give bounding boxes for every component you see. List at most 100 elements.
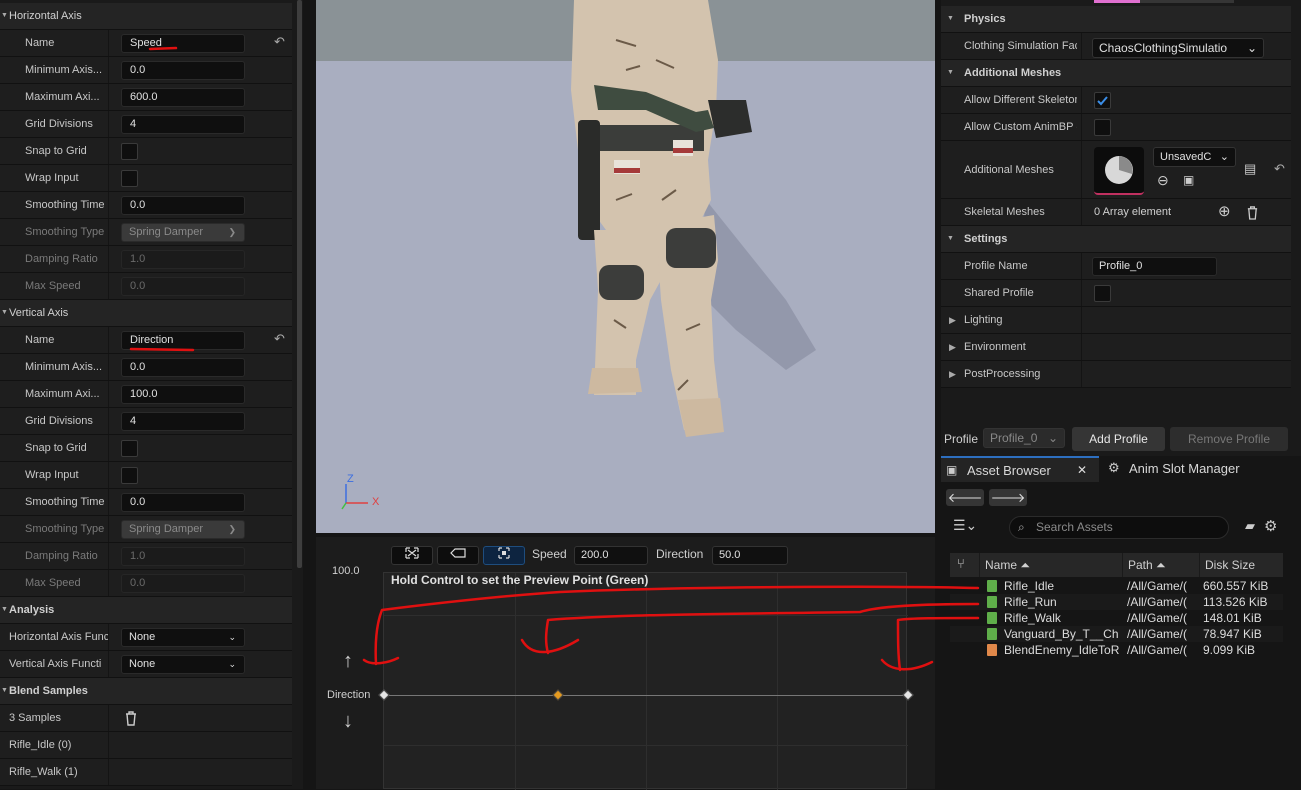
allow-custom-row: Allow Custom AnimBP (: [941, 114, 1291, 141]
v-max-speed-input: 0.0: [121, 574, 245, 593]
chevron-down-icon: ❯: [228, 524, 236, 534]
trash-icon[interactable]: [124, 710, 138, 726]
v-smoothing-type-dropdown: Spring Damper ❯: [121, 520, 245, 539]
chevron-down-icon: ⌄: [1246, 41, 1257, 55]
asset-path: /All/Game/(: [1127, 579, 1188, 593]
column-name[interactable]: Name ⏶: [979, 553, 1122, 577]
v-func-dropdown[interactable]: None ⌄: [121, 655, 245, 674]
expand-arrow-icon: ▶: [949, 342, 956, 352]
mesh-dropdown[interactable]: UnsavedC ⌄: [1153, 147, 1236, 167]
skeletal-meshes-row: Skeletal Meshes 0 Array element ⊕: [941, 199, 1291, 226]
lighting-row[interactable]: ▶ Lighting: [941, 307, 1291, 334]
section-blend-samples[interactable]: ▼ Blend Samples: [0, 678, 292, 705]
snap-points-button[interactable]: [483, 546, 525, 565]
y-axis-label: Direction: [327, 689, 371, 701]
hint-text: Hold Control to set the Preview Point (G…: [391, 573, 649, 587]
blendspace-editor: Speed 200.0 Direction 50.0 100.0 Directi…: [316, 537, 935, 790]
sample-item[interactable]: Rifle_Walk (1): [0, 759, 292, 786]
asset-row[interactable]: Rifle_Run/All/Game/(113.526 KiB: [950, 594, 1283, 610]
v-wrap-checkbox[interactable]: [121, 467, 138, 484]
section-settings[interactable]: ▼ Settings: [941, 226, 1291, 253]
asset-name: BlendEnemy_IdleToR: [1004, 643, 1120, 657]
asset-size: 9.099 KiB: [1203, 643, 1256, 657]
direction-label: Direction: [656, 547, 704, 561]
mesh-thumbnail[interactable]: [1094, 147, 1144, 195]
asset-row[interactable]: Rifle_Idle/All/Game/(660.557 KiB: [950, 578, 1283, 594]
branch-icon[interactable]: ⑂: [957, 556, 965, 571]
profile-name-input[interactable]: Profile_0: [1092, 257, 1217, 276]
asset-row[interactable]: BlendEnemy_IdleToR/All/Game/(9.099 KiB: [950, 642, 1283, 658]
allow-diff-checkbox[interactable]: [1094, 92, 1111, 109]
sort-arrow-icon: ⏶: [1020, 558, 1030, 572]
close-icon[interactable]: ✕: [1077, 463, 1087, 477]
section-physics[interactable]: ▼ Physics: [941, 6, 1291, 33]
remove-profile-button[interactable]: Remove Profile: [1170, 427, 1288, 451]
asset-size: 113.526 KiB: [1203, 595, 1268, 609]
v-wrap-row: Wrap Input: [0, 462, 292, 489]
clothing-dropdown[interactable]: ChaosClothingSimulatio ⌄: [1092, 38, 1264, 58]
use-selected-icon[interactable]: ⊖: [1157, 172, 1169, 189]
speed-input[interactable]: 200.0: [574, 546, 648, 565]
reset-arrow-icon[interactable]: ↶: [1274, 161, 1285, 177]
anim-asset-icon: [987, 596, 997, 608]
anim-asset-icon: [987, 628, 997, 640]
tab-asset-browser[interactable]: ▣ Asset Browser ✕: [941, 456, 1099, 482]
trash-icon[interactable]: [1246, 205, 1259, 220]
blendspace-grid[interactable]: Hold Control to set the Preview Point (G…: [378, 572, 914, 790]
fit-icon: [405, 547, 419, 559]
asset-table-header: ⑂ Name ⏶ Path ⏶ Disk Size: [950, 553, 1283, 577]
tab-anim-slot-manager[interactable]: ⚙ Anim Slot Manager: [1104, 456, 1254, 482]
filter-icon[interactable]: ☰⌄: [953, 517, 977, 534]
sort-arrow-icon: ⏶: [1156, 558, 1166, 572]
samples-count-row: 3 Samples: [0, 705, 292, 732]
allow-custom-checkbox[interactable]: [1094, 119, 1111, 136]
character-mesh: [571, 0, 816, 437]
blend-sample-point[interactable]: [378, 689, 390, 701]
preview-viewport[interactable]: Z X: [316, 0, 935, 533]
asset-row[interactable]: Vanguard_By_T__Ch/All/Game/(78.947 KiB: [950, 626, 1283, 642]
add-profile-button[interactable]: Add Profile: [1072, 427, 1165, 451]
v-min-input[interactable]: 0.0: [121, 358, 245, 377]
details-panel-right: ▼ Physics Clothing Simulation Fac ChaosC…: [941, 0, 1301, 456]
blend-sample-point[interactable]: [902, 689, 914, 701]
column-path[interactable]: Path ⏶: [1122, 553, 1199, 577]
asset-size: 660.557 KiB: [1203, 579, 1269, 593]
save-icon[interactable]: ▤: [1244, 161, 1256, 177]
anim-asset-icon: [987, 580, 997, 592]
annotation-underlines: [129, 46, 195, 352]
profile-dropdown[interactable]: Profile_0 ⌄: [983, 428, 1065, 448]
v-grid-input[interactable]: 4: [121, 412, 245, 431]
section-analysis[interactable]: ▼ Analysis: [0, 597, 292, 624]
show-labels-button[interactable]: [437, 546, 479, 565]
blend-sample-point[interactable]: [552, 689, 565, 701]
shared-profile-checkbox[interactable]: [1094, 285, 1111, 302]
fit-view-button[interactable]: [391, 546, 433, 565]
gear-icon[interactable]: ⚙: [1264, 517, 1277, 535]
asset-row[interactable]: Rifle_Walk/All/Game/(148.01 KiB: [950, 610, 1283, 626]
blend-axis-line: [384, 695, 908, 696]
postprocessing-row[interactable]: ▶ PostProcessing: [941, 361, 1291, 388]
h-func-dropdown[interactable]: None ⌄: [121, 628, 245, 647]
arrow-down-icon: ↓: [343, 710, 353, 732]
column-size[interactable]: Disk Size: [1199, 553, 1283, 577]
anim-asset-icon: [987, 612, 997, 624]
v-smoothing-time-input[interactable]: 0.0: [121, 493, 245, 512]
folder-icon[interactable]: ▰: [1245, 518, 1255, 534]
environment-row[interactable]: ▶ Environment: [941, 334, 1291, 361]
details-panel-left: ▼ Horizontal Axis Name Speed ↶ Minimum A…: [0, 0, 303, 789]
asset-name: Vanguard_By_T__Ch: [1004, 627, 1119, 641]
collapse-arrow-icon: ▼: [947, 69, 954, 76]
search-input[interactable]: ⌕ Search Assets: [1009, 516, 1229, 539]
slot-manager-icon: ⚙: [1108, 460, 1120, 475]
forward-button[interactable]: 🡒: [989, 489, 1027, 506]
sample-item[interactable]: Rifle_Idle (0): [0, 732, 292, 759]
section-additional-meshes[interactable]: ▼ Additional Meshes: [941, 60, 1291, 87]
browse-folder-icon[interactable]: ▣: [1183, 173, 1194, 187]
chevron-down-icon: ⌄: [1047, 431, 1058, 445]
v-snap-checkbox[interactable]: [121, 440, 138, 457]
add-element-icon[interactable]: ⊕: [1218, 202, 1231, 220]
direction-input[interactable]: 50.0: [712, 546, 788, 565]
back-button[interactable]: 🡐: [946, 489, 984, 506]
v-max-input[interactable]: 100.0: [121, 385, 245, 404]
asset-path: /All/Game/(: [1127, 611, 1188, 625]
